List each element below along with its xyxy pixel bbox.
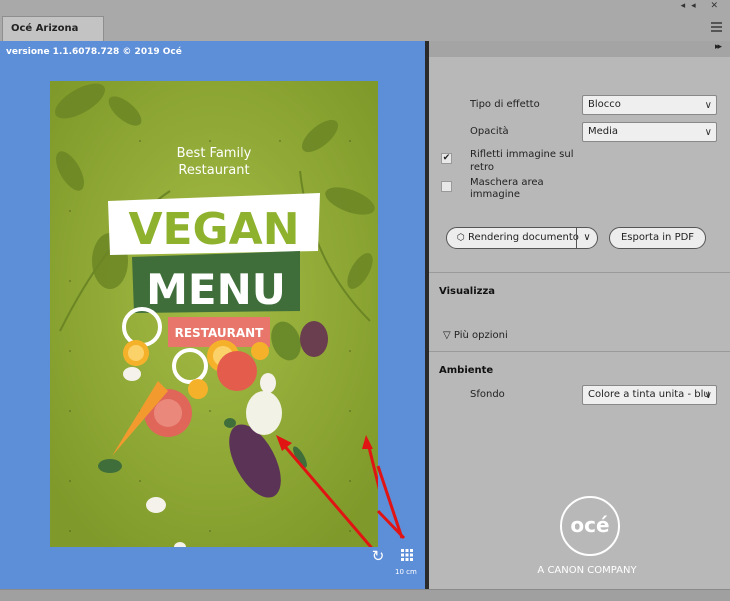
- render-document-label: Rendering documento: [468, 232, 579, 243]
- section-separator: [429, 351, 730, 352]
- export-pdf-button[interactable]: Esporta in PDF: [609, 227, 706, 249]
- chevron-down-icon: ∨: [704, 127, 712, 138]
- cube-icon: ⬡: [457, 233, 465, 243]
- effect-type-select[interactable]: Blocco ∨: [582, 95, 717, 115]
- panel-menu-icon[interactable]: [711, 22, 722, 34]
- tab-arizona-xpert[interactable]: Océ Arizona Xpert: [2, 16, 104, 58]
- grid-icon: [401, 549, 413, 561]
- render-document-button[interactable]: ⬡ Rendering documento ∨: [446, 227, 598, 249]
- mask-area-label-1: Maschera area: [470, 177, 544, 188]
- chevron-down-icon: ∨: [704, 100, 712, 111]
- scale-label: 10 cm: [395, 568, 417, 576]
- section-separator: [429, 272, 730, 273]
- panel-header: ▸▸: [429, 41, 730, 57]
- annotation-arrows: [376, 465, 406, 540]
- mirror-image-label-1: Rifletti immagine sul: [470, 149, 574, 160]
- settings-panel: ▸▸ Tipo di effetto Blocco ∨ Opacità Medi…: [429, 41, 730, 589]
- window-controls[interactable]: ◂◂ ✕: [681, 1, 724, 11]
- background-select[interactable]: Colore a tinta unita - blu ∨: [582, 385, 717, 405]
- view-section-title: Visualizza: [439, 286, 496, 297]
- chevron-down-icon: ∨: [704, 390, 712, 401]
- mirror-image-checkbox[interactable]: ✔: [441, 153, 452, 164]
- opacity-label: Opacità: [470, 126, 509, 137]
- triangle-down-icon: ▽: [443, 330, 451, 341]
- mask-area-label-2: immagine: [470, 189, 521, 200]
- opacity-value: Media: [588, 126, 619, 137]
- render-dropdown-chevron[interactable]: ∨: [576, 228, 597, 248]
- tab-bar: Océ Arizona Xpert: [0, 14, 730, 58]
- opacity-select[interactable]: Media ∨: [582, 122, 717, 142]
- rotate-view-button[interactable]: ↻: [370, 548, 386, 564]
- environment-section-title: Ambiente: [439, 365, 494, 376]
- status-bar: [0, 589, 730, 601]
- title-bar: ◂◂ ✕: [0, 0, 730, 14]
- more-options-label: Più opzioni: [453, 330, 508, 341]
- background-value: Colore a tinta unita - blu: [588, 389, 710, 400]
- canon-tagline: A CANON COMPANY: [537, 565, 637, 576]
- more-options-toggle[interactable]: ▽ Più opzioni: [443, 330, 508, 341]
- collapse-panel-icon[interactable]: ▸▸: [715, 42, 722, 52]
- background-label: Sfondo: [470, 389, 505, 400]
- effect-type-label: Tipo di effetto: [470, 99, 540, 110]
- effect-type-value: Blocco: [588, 99, 621, 110]
- mask-area-checkbox[interactable]: [441, 181, 452, 192]
- grid-toggle-button[interactable]: [400, 548, 414, 562]
- preview-panel: versione 1.1.6078.728 © 2019 Océ Best Fa…: [0, 41, 425, 589]
- oce-logo: océ: [560, 496, 620, 556]
- mirror-image-label-2: retro: [470, 162, 494, 173]
